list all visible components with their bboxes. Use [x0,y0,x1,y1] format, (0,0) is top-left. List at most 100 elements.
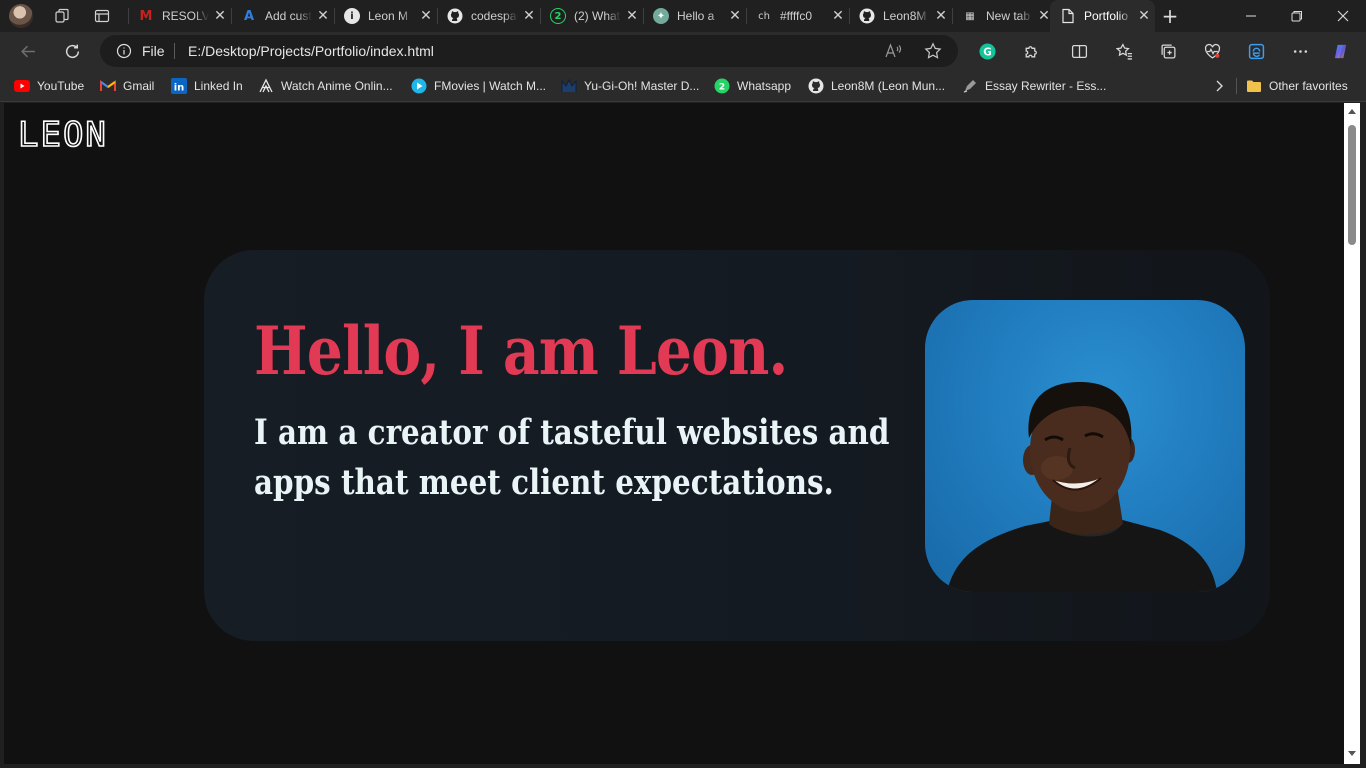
other-favorites-folder[interactable]: Other favorites [1246,77,1348,95]
tab-close-icon[interactable]: ✕ [209,8,231,24]
browser-tab[interactable]: ✦ Hello a ✕ [643,0,746,32]
restore-icon [1291,11,1302,22]
hero-subtitle: I am a creator of tasteful websites and … [254,412,890,503]
linkedin-icon: in [171,78,187,94]
favorite-label: Watch Anime Onlin... [281,79,393,93]
favorites-separator [1236,78,1237,94]
workspaces-button[interactable] [42,0,82,32]
favorite-link[interactable]: in Linked In [171,77,243,95]
favorite-link[interactable]: 2 Whatsapp [714,77,791,95]
minimize-icon [1246,15,1256,17]
split-screen-icon [1071,44,1087,58]
minimize-button[interactable] [1228,0,1274,32]
browser-tab[interactable]: A Add custom✕ [231,0,334,32]
info-icon: i [344,8,360,24]
edge-extension-button[interactable] [1244,39,1268,63]
browser-essentials-button[interactable] [1200,39,1224,63]
favorite-link[interactable]: YouTube [14,77,84,95]
window-controls [1228,0,1366,32]
tab-actions-button[interactable] [82,0,122,32]
whatsapp-icon: 2 [714,78,730,94]
favorites-button[interactable] [1112,39,1136,63]
browser-tab[interactable]: Leon8M ✕ [849,0,952,32]
favorite-link[interactable]: FMovies | Watch M... [411,77,546,95]
window-bottom-edge [0,764,1366,768]
scroll-up-arrow-icon[interactable] [1348,109,1356,114]
back-arrow-icon [20,45,35,57]
edge-bar-icon [1248,43,1264,59]
tab-title: Leon M [368,9,409,23]
new-tab-button[interactable]: + [1156,0,1184,32]
tab-close-icon[interactable]: ✕ [415,8,437,24]
browser-tab[interactable]: i Leon M ✕ [334,0,437,32]
address-separator [174,43,175,59]
tab-strip: MRESOLVED✕AAdd custom✕iLeon M✕codespaces… [0,0,1366,32]
favorite-label: YouTube [37,79,85,93]
favorite-link[interactable]: Leon8M (Leon Mun... [808,77,945,95]
gmail-icon: M [139,8,153,24]
more-options-icon [1293,49,1307,53]
page-scrollbar[interactable] [1344,103,1360,764]
url-scheme-label: File [142,43,165,59]
youtube-icon [14,78,30,94]
tab-title: Add custom [265,9,312,23]
favorite-label: Linked In [194,79,243,93]
profile-button[interactable] [0,0,42,32]
tab-close-icon[interactable]: ✕ [312,8,334,24]
tab-title: codespaces [471,9,518,23]
tab-title: (2) Whatsapp [574,9,621,23]
folder-icon [1246,78,1262,94]
grammarly-extension-button[interactable]: G [975,39,999,63]
close-icon [1337,10,1349,22]
scroll-down-arrow-icon[interactable] [1348,751,1356,756]
page-viewport: LEON Hello, I am Leon. I am a creator of… [4,103,1344,764]
whatsapp-icon: 2 [550,8,566,24]
collections-button[interactable] [1156,39,1180,63]
browser-tab[interactable]: M RESOLVED✕ [128,0,231,32]
close-window-button[interactable] [1320,0,1366,32]
newtab-icon: ▦ [965,10,975,22]
tab-close-icon[interactable]: ✕ [930,8,952,24]
tab-close-icon[interactable]: ✕ [1133,8,1155,24]
favorite-link[interactable]: Yu-Gi-Oh! Master D... [561,77,699,95]
favorite-star-icon[interactable] [924,42,942,60]
favorite-label: FMovies | Watch M... [434,79,547,93]
essay-icon [962,78,978,94]
site-logo[interactable]: LEON [17,114,108,156]
tab-close-icon[interactable]: ✕ [621,8,643,24]
scrollbar-thumb[interactable] [1348,125,1356,245]
favorite-link[interactable]: Watch Anime Onlin... [258,77,393,95]
browser-tab[interactable]: codespaces✕ [437,0,540,32]
collections-icon [1160,43,1176,59]
browser-tab[interactable]: Portfolio ✕ [1050,0,1155,32]
favorite-label: Leon8M (Leon Mun... [831,79,946,93]
address-bar[interactable]: File E:/Desktop/Projects/Portfolio/index… [100,35,958,67]
ch-icon: ch [758,10,770,22]
copilot-button[interactable] [1328,39,1352,63]
refresh-button[interactable] [60,39,84,63]
browser-tab[interactable]: ch #ffffc0 ✕ [746,0,849,32]
info-icon[interactable] [116,43,132,59]
github-icon [808,78,824,94]
chevron-right-icon[interactable] [1210,77,1228,95]
url-text[interactable]: E:/Desktop/Projects/Portfolio/index.html [188,43,434,59]
browser-tab[interactable]: ▦ New tab ✕ [952,0,1055,32]
back-button[interactable] [16,39,40,63]
tab-close-icon[interactable]: ✕ [827,8,849,24]
tab-title: Hello a [677,9,715,23]
tab-title: #ffffc0 [780,9,813,23]
read-aloud-icon[interactable] [884,42,902,60]
favorite-link[interactable]: Gmail [100,77,154,95]
restore-button[interactable] [1274,0,1320,32]
browser-tab[interactable]: 2 (2) Whatsapp✕ [540,0,643,32]
favorite-link[interactable]: Essay Rewriter - Ess... [962,77,1106,95]
other-favorites-label: Other favorites [1269,79,1348,93]
extensions-button[interactable] [1019,39,1043,63]
split-screen-button[interactable] [1067,39,1091,63]
puzzle-icon [1025,45,1037,57]
navigation-toolbar: File E:/Desktop/Projects/Portfolio/index… [0,32,1366,70]
page-icon [1060,8,1076,24]
settings-menu-button[interactable] [1288,39,1312,63]
tab-close-icon[interactable]: ✕ [724,8,746,24]
tab-close-icon[interactable]: ✕ [518,8,540,24]
